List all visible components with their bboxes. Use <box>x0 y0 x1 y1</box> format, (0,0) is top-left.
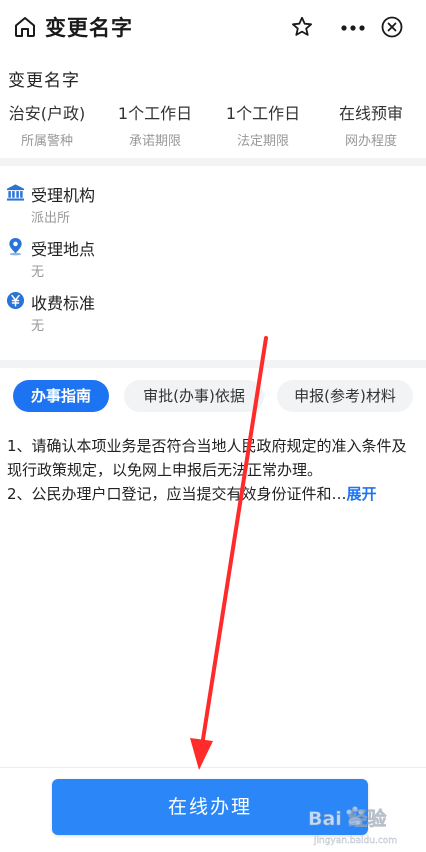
stat-label: 承诺期限 <box>128 134 181 149</box>
stat-police-type: 治安(户政) 所属警种 <box>8 100 86 149</box>
watermark-url: jingyan.baidu.com <box>313 836 397 846</box>
page: 变更名字 变更名字 治安(户政) 所属警种 1个工作日 承诺期限 1个工作日 法… <box>0 0 426 852</box>
bottom-divider <box>0 767 426 768</box>
yuan-icon <box>6 291 25 310</box>
stat-legal-period: 1个工作日 法定期限 <box>224 100 302 149</box>
more-icon[interactable] <box>340 24 366 32</box>
tab-approval-basis[interactable]: 审批(办事)依据 <box>124 380 264 412</box>
stat-online-level: 在线预审 网办程度 <box>334 100 408 149</box>
bank-icon <box>6 184 25 201</box>
stat-label: 法定期限 <box>236 134 289 149</box>
star-icon[interactable] <box>290 15 314 39</box>
info-title: 受理机构 <box>31 186 96 205</box>
stat-value: 在线预审 <box>338 104 403 123</box>
guide-line-2: 2、公民办理户口登记，应当提交有效身份证件和…展开 <box>7 482 417 506</box>
info-value: 派出所 <box>31 211 71 226</box>
stat-promised-period: 1个工作日 承诺期限 <box>116 100 194 149</box>
close-icon[interactable] <box>380 15 404 39</box>
guide-line-2-text: 2、公民办理户口登记，应当提交有效身份证件和… <box>7 485 347 503</box>
expand-link[interactable]: 展开 <box>347 485 377 503</box>
stat-value: 1个工作日 <box>117 104 193 123</box>
tab-guide[interactable]: 办事指南 <box>13 380 109 412</box>
service-stats: 治安(户政) 所属警种 1个工作日 承诺期限 1个工作日 法定期限 在线预审 网… <box>0 100 426 150</box>
tab-application-materials[interactable]: 申报(参考)材料 <box>277 380 413 412</box>
stat-value: 1个工作日 <box>225 104 301 123</box>
info-value: 无 <box>31 319 45 334</box>
info-value: 无 <box>31 265 45 280</box>
home-icon[interactable] <box>13 15 37 39</box>
watermark-brand: Bai 经验 <box>308 807 387 830</box>
baidu-jingyan-watermark: Bai 经验 jingyan.baidu.com <box>308 806 397 846</box>
top-bar: 变更名字 <box>0 0 426 56</box>
location-pin-icon <box>9 237 22 256</box>
info-title: 受理地点 <box>31 240 96 259</box>
guide-text: 1、请确认本项业务是否符合当地人民政府规定的准入条件及现行政策规定，以免网上申报… <box>7 434 417 506</box>
page-title: 变更名字 <box>45 16 133 40</box>
guide-line-1: 1、请确认本项业务是否符合当地人民政府规定的准入条件及现行政策规定，以免网上申报… <box>7 437 407 479</box>
stat-label: 所属警种 <box>20 134 73 149</box>
section-divider <box>0 360 426 368</box>
stat-label: 网办程度 <box>344 134 397 149</box>
stat-value: 治安(户政) <box>8 104 86 123</box>
section-divider <box>0 158 426 166</box>
info-title: 收费标准 <box>31 294 96 313</box>
service-name: 变更名字 <box>8 71 80 91</box>
